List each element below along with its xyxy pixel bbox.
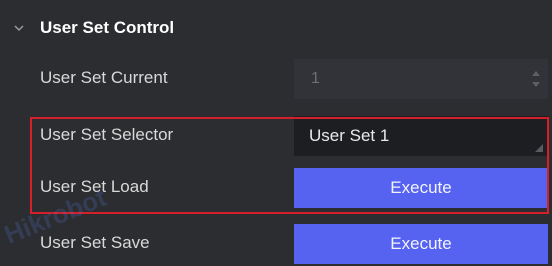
group-title: User Set Control — [40, 18, 175, 37]
chevron-down-icon[interactable] — [13, 22, 25, 34]
row-user-set-selector: User Set Selector User Set 1 — [0, 114, 552, 158]
user-set-save-label: User Set Save — [40, 233, 150, 252]
row-user-set-save: User Set Save Execute — [0, 222, 552, 266]
user-set-save-execute-button[interactable]: Execute — [294, 224, 548, 264]
user-set-current-spinbox: 1 — [294, 59, 548, 99]
spin-arrows-icon — [532, 71, 540, 87]
properties-panel: User Set Control User Set Current 1 User… — [0, 0, 552, 264]
user-set-current-value: 1 — [311, 70, 320, 87]
user-set-current-label: User Set Current — [40, 68, 168, 87]
user-set-selector-dropdown[interactable]: User Set 1 — [294, 116, 548, 156]
dropdown-grip-icon — [535, 144, 543, 152]
user-set-selector-value: User Set 1 — [309, 126, 390, 145]
group-header-user-set-control[interactable]: User Set Control — [0, 10, 552, 46]
row-user-set-current: User Set Current 1 — [0, 57, 552, 101]
user-set-selector-label: User Set Selector — [40, 125, 174, 144]
user-set-load-execute-button[interactable]: Execute — [294, 168, 548, 208]
